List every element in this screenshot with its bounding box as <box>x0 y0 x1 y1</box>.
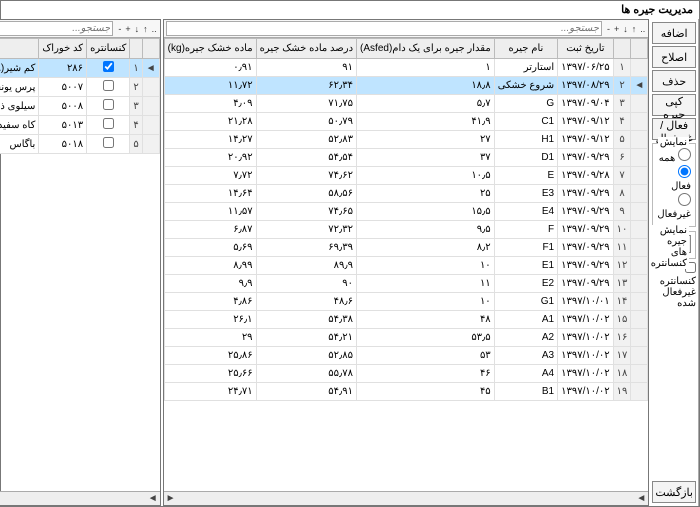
nav-up-icon[interactable]: ↑ <box>631 24 638 34</box>
table-row[interactable]: ۱۰۱۳۹۷/۰۹/۲۹F۹٫۵۷۲٫۳۲۶٫۸۷ <box>164 221 648 239</box>
radio-all[interactable]: همه <box>657 148 691 164</box>
rations-hscroll[interactable]: ◄► <box>164 491 649 505</box>
table-row[interactable]: ۵۱۳۹۷/۰۹/۱۲H1۲۷۵۲٫۸۳۱۴٫۲۷ <box>164 131 648 149</box>
radio-inactive[interactable]: غیرفعال <box>657 193 691 220</box>
concentrate-checkbox[interactable] <box>103 61 114 72</box>
show-disabled-conc-checkbox[interactable]: کنسانتره غیرفعال شده <box>652 262 696 309</box>
feeds-search-input[interactable] <box>0 21 113 36</box>
table-row[interactable]: ◄۲۱۳۹۷/۰۸/۲۹شروع خشکی۱۸٫۸۶۲٫۳۴۱۱٫۷۲ <box>164 77 648 95</box>
display-filter-group: نمایش همه فعال غیرفعال <box>652 143 696 227</box>
copy-button[interactable]: کپی جیره انتخابی <box>652 94 696 116</box>
delete-button[interactable]: حذف <box>652 70 696 92</box>
column-header[interactable] <box>0 39 39 59</box>
rations-panel: .. ↑ ↓ + - تاریخ ثبتنام جیرهمقدار جیره ب… <box>163 19 650 506</box>
concentrate-filter-group: نمایش جیره های کنسانتره <box>652 231 696 259</box>
feeds-panel: .. ↑ ↓ + - کنسانترهکد خوراک ◄۱۲۸۶کم شیر(… <box>0 19 161 506</box>
table-row[interactable]: ۱۲۱۳۹۷/۰۹/۲۹E1۱۰۸۹٫۹۸٫۹۹ <box>164 257 648 275</box>
nav-minus-icon[interactable]: - <box>117 24 122 34</box>
table-row[interactable]: ۸۱۳۹۷/۰۹/۲۹E3۲۵۵۸٫۵۶۱۴٫۶۴ <box>164 185 648 203</box>
table-row[interactable]: ۱۱۱۳۹۷/۰۹/۲۹F1۸٫۲۶۹٫۳۹۵٫۶۹ <box>164 239 648 257</box>
edit-button[interactable]: اصلاح <box>652 46 696 68</box>
rations-grid[interactable]: تاریخ ثبتنام جیرهمقدار جیره برای یک دام(… <box>164 38 649 401</box>
nav-down-icon[interactable]: ↓ <box>134 24 141 34</box>
window-title: مدیریت جیره ها <box>1 1 699 19</box>
nav-down-icon[interactable]: ↓ <box>622 24 629 34</box>
rations-search-input[interactable] <box>166 21 602 36</box>
nav-more-icon[interactable]: .. <box>151 24 158 34</box>
add-button[interactable]: اضافه <box>652 22 696 44</box>
back-button[interactable]: بازگشت <box>652 481 696 503</box>
column-header[interactable]: ماده خشک جیره(kg) <box>164 39 256 59</box>
concentrate-checkbox[interactable] <box>103 137 114 148</box>
concentrate-checkbox[interactable] <box>103 80 114 91</box>
column-header[interactable]: کد خوراک <box>39 39 87 59</box>
table-row[interactable]: ۹۱۳۹۷/۰۹/۲۹E4۱۵٫۵۷۴٫۶۵۱۱٫۵۷ <box>164 203 648 221</box>
table-row[interactable]: ۱۳۱۳۹۷/۰۹/۲۹E2۱۱۹۰۹٫۹ <box>164 275 648 293</box>
nav-more-icon[interactable]: .. <box>639 24 646 34</box>
table-row[interactable]: ۱۵۱۳۹۷/۱۰/۰۲A1۴۸۵۴٫۳۸۲۶٫۱ <box>164 311 648 329</box>
table-row[interactable]: ۱۷۱۳۹۷/۱۰/۰۲A3۵۳۵۲٫۸۵۲۵٫۸۶ <box>164 347 648 365</box>
nav-plus-icon[interactable]: + <box>124 24 131 34</box>
table-row[interactable]: ۱۱۳۹۷/۰۶/۲۵استارتر۱۹۱۰٫۹۱ <box>164 59 648 77</box>
table-row[interactable]: ۱۹۱۳۹۷/۱۰/۰۲B1۴۵۵۴٫۹۱۲۴٫۷۱ <box>164 383 648 401</box>
table-row[interactable]: ۳۱۳۹۷/۰۹/۰۴G۵٫۷۷۱٫۷۵۴٫۰۹ <box>164 95 648 113</box>
nav-plus-icon[interactable]: + <box>613 24 620 34</box>
column-header[interactable]: کنسانتره <box>87 39 130 59</box>
table-row[interactable]: ۵۵۰۱۸باگاس <box>0 135 159 154</box>
concentrate-checkbox[interactable] <box>103 99 114 110</box>
nav-up-icon[interactable]: ↑ <box>142 24 149 34</box>
table-row[interactable]: ۶۱۳۹۷/۰۹/۲۹D1۳۷۵۴٫۵۴۲۰٫۹۲ <box>164 149 648 167</box>
table-row[interactable]: ۳۵۰۰۸سیلوی ذرت <box>0 97 159 116</box>
action-sidebar: اضافه اصلاح حذف کپی جیره انتخابی فعال / … <box>650 19 699 506</box>
table-row[interactable]: ۴۱۳۹۷/۰۹/۱۲C1۴۱٫۹۵۰٫۷۹۲۱٫۲۸ <box>164 113 648 131</box>
table-row[interactable]: ۱۴۱۳۹۷/۱۰/۰۱G1۱۰۴۸٫۶۴٫۸۶ <box>164 293 648 311</box>
radio-active[interactable]: فعال <box>657 165 691 192</box>
column-header[interactable]: تاریخ ثبت <box>558 39 614 59</box>
table-row[interactable]: ◄۱۲۸۶کم شیر(۱۳۹۷/۰۸/۲۹) <box>0 59 159 78</box>
column-header[interactable]: مقدار جیره برای یک دام(Asfed) <box>357 39 495 59</box>
feeds-grid[interactable]: کنسانترهکد خوراک ◄۱۲۸۶کم شیر(۱۳۹۷/۰۸/۲۹)… <box>0 38 160 154</box>
table-row[interactable]: ۷۱۳۹۷/۰۹/۲۸E۱۰٫۵۷۴٫۶۲۷٫۷۲ <box>164 167 648 185</box>
feeds-hscroll[interactable]: ◄► <box>0 491 160 505</box>
nav-minus-icon[interactable]: - <box>606 24 611 34</box>
column-header[interactable]: درصد ماده خشک جیره <box>256 39 356 59</box>
table-row[interactable]: ۱۶۱۳۹۷/۱۰/۰۲A2۵۳٫۵۵۴٫۲۱۲۹ <box>164 329 648 347</box>
table-row[interactable]: ۱۸۱۳۹۷/۱۰/۰۲A4۴۶۵۵٫۷۸۲۵٫۶۶ <box>164 365 648 383</box>
table-row[interactable]: ۲۵۰۰۷پرس یونجه <box>0 78 159 97</box>
concentrate-checkbox[interactable] <box>103 118 114 129</box>
table-row[interactable]: ۴۵۰۱۳کاه سفید <box>0 116 159 135</box>
column-header[interactable]: نام جیره <box>494 39 557 59</box>
nav-buttons: .. ↑ ↓ + - <box>604 24 648 34</box>
